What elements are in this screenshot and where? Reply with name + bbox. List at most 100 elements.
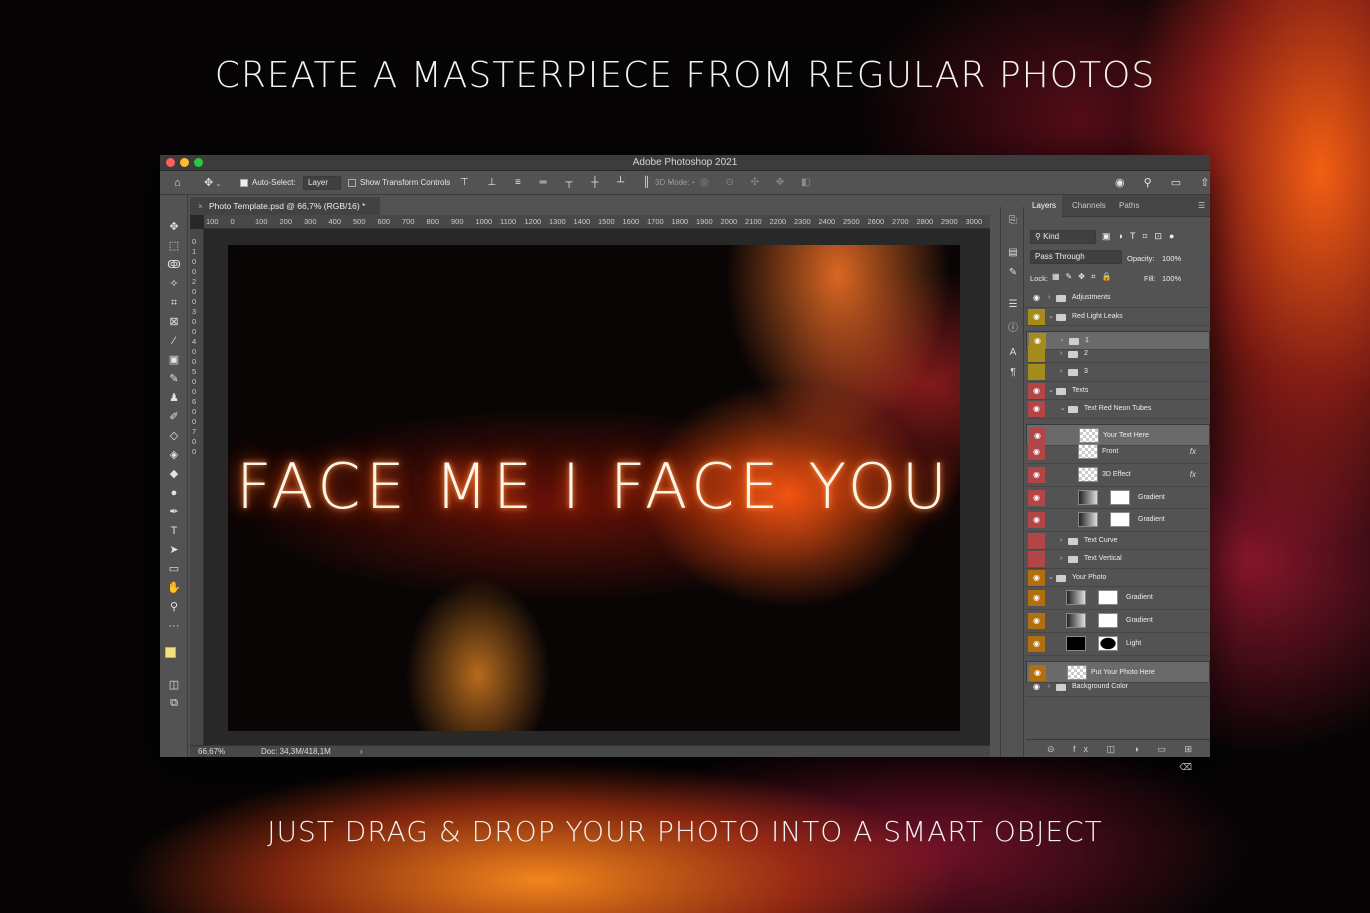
layer-row[interactable]: › Text Curve xyxy=(1026,532,1210,551)
eye-icon[interactable]: ◉ xyxy=(1028,489,1045,506)
chevron-down-icon[interactable]: ⌄ xyxy=(1048,569,1054,587)
chevron-right-icon[interactable]: › xyxy=(1048,678,1050,696)
chevron-down-icon[interactable]: ⌄ xyxy=(1060,400,1066,418)
eyedropper-icon[interactable]: ⁄ xyxy=(165,333,183,349)
info-icon[interactable]: ⓘ xyxy=(1006,319,1020,334)
kind-filter-dropdown[interactable]: ⚲ Kind xyxy=(1030,230,1096,244)
close-window-button[interactable] xyxy=(166,158,175,167)
show-transform-checkbox[interactable] xyxy=(348,178,356,187)
eye-icon[interactable] xyxy=(1028,345,1045,362)
chevron-right-icon[interactable]: › xyxy=(1060,550,1062,568)
move-tool-icon[interactable]: ✥ xyxy=(165,219,183,235)
tab-channels[interactable]: Channels xyxy=(1066,195,1112,217)
chevron-right-icon[interactable]: › xyxy=(1048,289,1050,307)
eye-icon[interactable]: ◉ xyxy=(1028,590,1045,607)
tab-layers[interactable]: Layers xyxy=(1026,195,1063,217)
paragraph-icon[interactable]: ¶ xyxy=(1006,367,1020,378)
rectangle-tool-icon[interactable]: ▭ xyxy=(165,561,183,577)
marquee-tool-icon[interactable]: ⬚ xyxy=(165,238,183,254)
eye-icon[interactable]: ◉ xyxy=(1028,466,1045,483)
auto-select-checkbox[interactable] xyxy=(240,178,248,187)
document-area[interactable]: 100 0 100 200 300 400 500 600 700 800 900 1000 1100 1… xyxy=(190,215,990,745)
zoom-tool-icon[interactable]: ⚲ xyxy=(165,599,183,615)
filter-icons[interactable]: ▣◑T⌗⊡● xyxy=(1102,231,1181,242)
character-icon[interactable]: A xyxy=(1006,347,1020,358)
stamp-tool-icon[interactable]: ♟ xyxy=(165,390,183,406)
eye-icon[interactable]: ◉ xyxy=(1028,613,1045,630)
screen-mode-icon[interactable]: ⧉ xyxy=(165,695,183,711)
eye-icon[interactable]: ◉ xyxy=(1028,569,1045,586)
status-chevron-icon[interactable]: › xyxy=(360,746,363,757)
chevron-right-icon[interactable]: › xyxy=(1060,532,1062,550)
layer-mask-thumbnail[interactable] xyxy=(1110,512,1130,528)
close-tab-icon[interactable]: × xyxy=(198,201,203,211)
layer-row[interactable]: ◉ Gradient xyxy=(1026,610,1210,633)
eye-icon[interactable] xyxy=(1028,551,1045,568)
lasso-tool-icon[interactable]: ↂ xyxy=(165,257,183,273)
frame-tool-icon[interactable]: ⊠ xyxy=(165,314,183,330)
crop-tool-icon[interactable]: ⌗ xyxy=(165,295,183,311)
chevron-down-icon[interactable]: ⌄ xyxy=(1048,308,1054,326)
blend-mode-dropdown[interactable]: Pass Through xyxy=(1030,250,1122,264)
layer-row[interactable]: › Text Vertical xyxy=(1026,550,1210,569)
layer-row[interactable]: ◉ Front fx xyxy=(1026,441,1210,464)
magic-wand-icon[interactable]: ✧ xyxy=(165,276,183,292)
brushes-icon[interactable]: ✎ xyxy=(1006,267,1020,278)
workspace-icons[interactable]: ◉ ⚲ ▭ ⇧ xyxy=(1115,171,1217,195)
chevron-down-icon[interactable]: ⌄ xyxy=(1048,382,1054,400)
home-icon[interactable]: ⌂ xyxy=(174,171,181,195)
layer-row[interactable]: ◉ › Adjustments xyxy=(1026,289,1210,308)
history-icon[interactable]: ⎘ xyxy=(1006,215,1020,226)
dodge-tool-icon[interactable]: ● xyxy=(165,485,183,501)
blur-tool-icon[interactable]: ◆ xyxy=(165,466,183,482)
auto-select-dropdown[interactable]: Layer xyxy=(303,176,341,190)
layer-mask-thumbnail[interactable] xyxy=(1098,590,1118,606)
maximize-window-button[interactable] xyxy=(194,158,203,167)
eye-icon[interactable]: ◉ xyxy=(1028,444,1045,461)
bucket-tool-icon[interactable]: ◈ xyxy=(165,447,183,463)
layer-mask-thumbnail[interactable] xyxy=(1098,635,1118,651)
patch-tool-icon[interactable]: ▣ xyxy=(165,352,183,368)
chevron-right-icon[interactable]: › xyxy=(1060,363,1062,381)
hand-tool-icon[interactable]: ✋ xyxy=(165,580,183,596)
layer-row[interactable]: ◉ Light xyxy=(1026,633,1210,656)
move-tool-icon[interactable]: ✥ xyxy=(204,171,213,195)
document-tab[interactable]: × Photo Template.psd @ 66,7% (RGB/16) * xyxy=(190,197,380,215)
layer-row[interactable]: ◉ Gradient xyxy=(1026,487,1210,510)
minimize-window-button[interactable] xyxy=(180,158,189,167)
layer-row[interactable]: ◉ › Background Color xyxy=(1026,678,1210,697)
layers-panel-footer[interactable]: ⊝ fx ◫ ◑ ▭ ⊞ ⌫ xyxy=(1026,739,1210,772)
layer-row[interactable]: ◉ Gradient xyxy=(1026,587,1210,611)
path-select-icon[interactable]: ➤ xyxy=(165,542,183,558)
eye-icon[interactable]: ◉ xyxy=(1028,679,1045,695)
eye-icon[interactable]: ◉ xyxy=(1028,635,1045,652)
panel-menu-icon[interactable]: ☰ xyxy=(1192,195,1211,217)
eye-icon[interactable]: ◉ xyxy=(1028,401,1045,417)
layer-row[interactable]: ◉ ⌄ Red Light Leaks xyxy=(1026,308,1210,326)
eye-icon[interactable]: ◉ xyxy=(1028,290,1045,306)
eye-icon[interactable]: ◉ xyxy=(1028,382,1045,399)
eye-icon[interactable]: ◉ xyxy=(1028,512,1045,529)
eraser-tool-icon[interactable]: ◇ xyxy=(165,428,183,444)
history-brush-icon[interactable]: ✐ xyxy=(165,409,183,425)
layer-row[interactable]: ◉ 3D Effect fx xyxy=(1026,464,1210,487)
canvas[interactable]: FACE ME I FACE YOU xyxy=(228,245,960,731)
zoom-level[interactable]: 66,67% xyxy=(198,746,225,757)
layer-row[interactable]: › 3 xyxy=(1026,363,1210,382)
brush-settings-icon[interactable]: ▤ xyxy=(1006,247,1020,258)
layer-row[interactable]: › 2 xyxy=(1026,345,1210,363)
opacity-value[interactable]: 100% xyxy=(1162,254,1181,263)
pen-tool-icon[interactable]: ✒ xyxy=(165,504,183,520)
tab-paths[interactable]: Paths xyxy=(1113,195,1145,217)
chevron-down-icon[interactable]: ⌄ xyxy=(215,173,221,197)
quick-mask-icon[interactable]: ◫ xyxy=(165,677,183,693)
layer-row[interactable]: ◉ ⌄ Your Photo xyxy=(1026,569,1210,588)
foreground-color-swatch[interactable] xyxy=(165,647,176,658)
eye-icon[interactable]: ◉ xyxy=(1028,308,1045,325)
chevron-right-icon[interactable]: › xyxy=(1060,345,1062,363)
eye-icon[interactable] xyxy=(1028,532,1045,549)
layer-fx-icon[interactable]: fx xyxy=(1190,464,1196,486)
type-tool-icon[interactable]: T xyxy=(165,523,183,539)
adjustments-icon[interactable]: ☰ xyxy=(1006,299,1020,310)
fill-value[interactable]: 100% xyxy=(1162,274,1181,283)
